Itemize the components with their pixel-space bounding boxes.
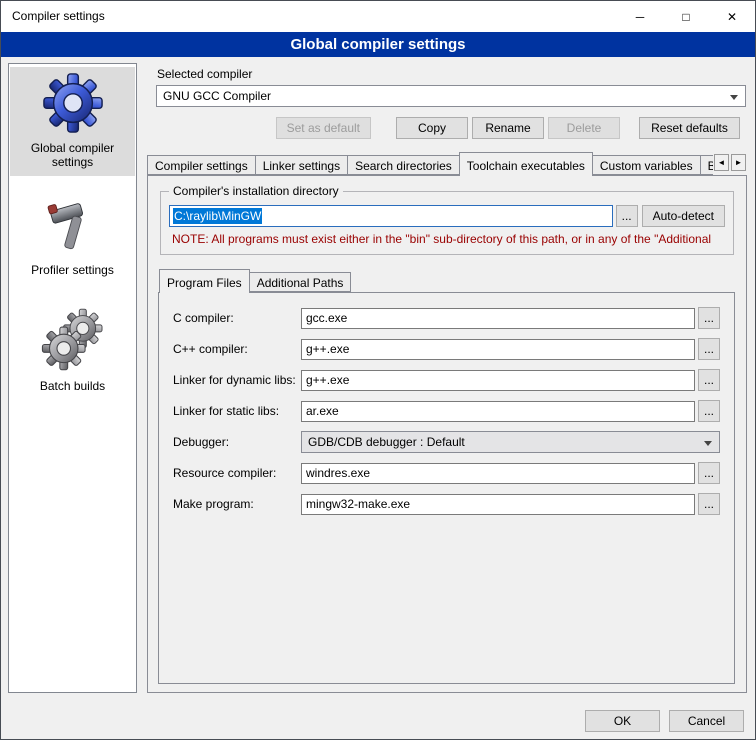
dynamic-linker-label: Linker for dynamic libs:: [173, 373, 301, 387]
resource-compiler-input[interactable]: [301, 463, 695, 484]
tab-build-options[interactable]: Buil: [700, 155, 713, 175]
program-files-panel: C compiler: ... C++ compiler: ... Linker…: [158, 292, 735, 684]
tab-search-directories[interactable]: Search directories: [347, 155, 460, 175]
resource-compiler-row: Resource compiler: ...: [173, 462, 720, 484]
compiler-settings-window: { "colors": { "banner_blue": "#0033a0", …: [0, 0, 756, 740]
compiler-actions: Set as default Copy Rename Delete Reset …: [156, 117, 746, 139]
left-arrow-icon: ◄: [718, 158, 726, 167]
close-icon: ✕: [727, 10, 737, 24]
compiler-select[interactable]: GNU GCC Compiler: [156, 85, 746, 107]
installation-directory-group: Compiler's installation directory C:\ray…: [160, 191, 734, 255]
settings-tabstrip: Compiler settings Linker settings Search…: [147, 152, 747, 175]
cpp-compiler-row: C++ compiler: ...: [173, 338, 720, 360]
delete-button[interactable]: Delete: [548, 117, 620, 139]
chevron-down-icon: [730, 95, 738, 100]
make-program-label: Make program:: [173, 497, 301, 511]
minimize-button[interactable]: ─: [617, 1, 663, 32]
static-linker-browse-button[interactable]: ...: [698, 400, 720, 422]
subtab-additional-paths[interactable]: Additional Paths: [249, 272, 352, 292]
bin-subdirectory-note: NOTE: All programs must exist either in …: [172, 232, 723, 246]
resource-compiler-browse-button[interactable]: ...: [698, 462, 720, 484]
cpp-compiler-label: C++ compiler:: [173, 342, 301, 356]
debugger-label: Debugger:: [173, 435, 301, 449]
sidebar-item-global-compiler-settings[interactable]: Global compiler settings: [10, 67, 135, 176]
ok-button[interactable]: OK: [585, 710, 660, 732]
static-linker-label: Linker for static libs:: [173, 404, 301, 418]
maximize-button[interactable]: □: [663, 1, 709, 32]
page-title: Global compiler settings: [1, 32, 755, 57]
copy-button[interactable]: Copy: [396, 117, 468, 139]
resource-compiler-label: Resource compiler:: [173, 466, 301, 480]
hammer-tool-icon: [12, 198, 133, 259]
dialog-footer: OK Cancel: [1, 702, 755, 732]
tab-custom-variables[interactable]: Custom variables: [592, 155, 701, 175]
installation-directory-input[interactable]: C:\raylib\MinGW: [169, 205, 613, 227]
tab-linker-settings[interactable]: Linker settings: [255, 155, 348, 175]
titlebar: Compiler settings ─ □ ✕: [1, 1, 755, 32]
cancel-button[interactable]: Cancel: [669, 710, 744, 732]
subtab-program-files[interactable]: Program Files: [159, 269, 250, 293]
tab-scroll-right-button[interactable]: ►: [731, 154, 746, 171]
minimize-icon: ─: [636, 10, 645, 24]
tab-compiler-settings[interactable]: Compiler settings: [147, 155, 256, 175]
tab-scroll-left-button[interactable]: ◄: [714, 154, 729, 171]
selected-compiler-label: Selected compiler: [157, 67, 746, 81]
settings-category-sidebar: Global compiler settings Profiler settin: [8, 63, 137, 693]
make-program-input[interactable]: [301, 494, 695, 515]
gray-gears-icon: [12, 306, 133, 375]
sidebar-item-label: Global compiler settings: [12, 141, 133, 169]
installation-directory-group-title: Compiler's installation directory: [169, 184, 343, 198]
dynamic-linker-browse-button[interactable]: ...: [698, 369, 720, 391]
compiler-select-value: GNU GCC Compiler: [163, 89, 271, 103]
dynamic-linker-input[interactable]: [301, 370, 695, 391]
c-compiler-input[interactable]: [301, 308, 695, 329]
sidebar-item-batch-builds[interactable]: Batch builds: [10, 301, 135, 400]
main-panel: Selected compiler GNU GCC Compiler Set a…: [147, 63, 747, 693]
dynamic-linker-row: Linker for dynamic libs: ...: [173, 369, 720, 391]
content-area: Global compiler settings Profiler settin: [1, 57, 755, 702]
debugger-row: Debugger: GDB/CDB debugger : Default: [173, 431, 720, 453]
debugger-select[interactable]: GDB/CDB debugger : Default: [301, 431, 720, 453]
blue-gear-icon: [12, 72, 133, 137]
right-arrow-icon: ►: [735, 158, 743, 167]
installation-directory-value: C:\raylib\MinGW: [173, 208, 262, 224]
toolchain-executables-panel: Compiler's installation directory C:\ray…: [147, 175, 747, 693]
window-title: Compiler settings: [1, 1, 617, 32]
selected-compiler-section: Selected compiler GNU GCC Compiler Set a…: [147, 63, 747, 139]
sidebar-item-profiler-settings[interactable]: Profiler settings: [10, 193, 135, 284]
installation-directory-row: C:\raylib\MinGW ... Auto-detect: [169, 205, 725, 227]
program-files-tabstrip: Program Files Additional Paths: [158, 269, 736, 292]
reset-defaults-button[interactable]: Reset defaults: [639, 117, 740, 139]
sidebar-item-label: Profiler settings: [12, 263, 133, 277]
close-button[interactable]: ✕: [709, 1, 755, 32]
maximize-icon: □: [682, 10, 689, 24]
make-program-browse-button[interactable]: ...: [698, 493, 720, 515]
static-linker-row: Linker for static libs: ...: [173, 400, 720, 422]
c-compiler-row: C compiler: ...: [173, 307, 720, 329]
cpp-compiler-browse-button[interactable]: ...: [698, 338, 720, 360]
installation-directory-browse-button[interactable]: ...: [616, 205, 638, 227]
c-compiler-browse-button[interactable]: ...: [698, 307, 720, 329]
tab-scroll-controls: ◄ ►: [714, 154, 746, 171]
rename-button[interactable]: Rename: [472, 117, 544, 139]
cpp-compiler-input[interactable]: [301, 339, 695, 360]
chevron-down-icon: [704, 441, 712, 446]
debugger-select-value: GDB/CDB debugger : Default: [308, 435, 465, 449]
tab-toolchain-executables[interactable]: Toolchain executables: [459, 152, 593, 176]
auto-detect-button[interactable]: Auto-detect: [642, 205, 725, 227]
sidebar-item-label: Batch builds: [12, 379, 133, 393]
make-program-row: Make program: ...: [173, 493, 720, 515]
c-compiler-label: C compiler:: [173, 311, 301, 325]
static-linker-input[interactable]: [301, 401, 695, 422]
set-as-default-button[interactable]: Set as default: [276, 117, 371, 139]
